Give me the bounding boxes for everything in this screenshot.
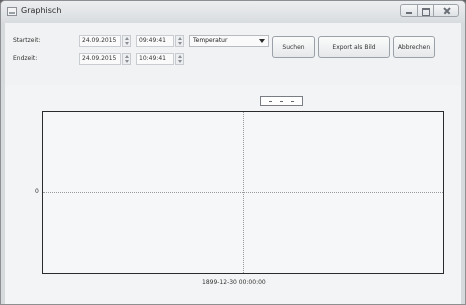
legend-dash — [269, 100, 272, 102]
export-image-button[interactable]: Export als Bild — [318, 36, 390, 58]
start-time-spinner[interactable] — [175, 35, 184, 47]
legend-dash — [280, 100, 283, 102]
client-area: Startzeit: Endzeit: 24.09.2015 09:49:41 … — [5, 23, 461, 304]
maximize-icon[interactable] — [417, 4, 433, 17]
end-time-field[interactable]: 10:49:41 — [136, 53, 174, 65]
start-date-field[interactable]: 24.09.2015 — [79, 35, 121, 47]
chart-legend — [260, 96, 303, 106]
y-tick-label: 0 — [35, 188, 39, 195]
x-center-gridline — [243, 112, 244, 273]
start-date-spinner[interactable] — [122, 35, 131, 47]
legend-dash — [291, 100, 294, 102]
cancel-button[interactable]: Abbrechen — [393, 36, 435, 58]
x-tick-label: 1899-12-30 00:00:00 — [202, 279, 266, 286]
minimize-icon[interactable] — [400, 4, 417, 17]
measure-select-value: Temperatur — [193, 37, 228, 44]
title-bar[interactable]: Graphisch — [1, 1, 465, 23]
end-date-field[interactable]: 24.09.2015 — [79, 53, 121, 65]
end-date-spinner[interactable] — [122, 53, 131, 65]
app-icon — [7, 7, 17, 16]
plot-area — [42, 111, 444, 274]
end-time-label: Endzeit: — [13, 55, 38, 62]
end-time-spinner[interactable] — [175, 53, 184, 65]
start-time-field[interactable]: 09:49:41 — [136, 35, 174, 47]
start-time-label: Startzeit: — [13, 37, 41, 44]
chevron-down-icon — [259, 39, 265, 43]
window-title: Graphisch — [21, 6, 62, 15]
window-controls — [400, 4, 459, 17]
close-icon[interactable] — [433, 4, 459, 17]
search-button[interactable]: Suchen — [272, 36, 315, 58]
graph-window: Graphisch Startzeit: Endzeit: 24.09.2015… — [0, 0, 466, 305]
measure-select[interactable]: Temperatur — [189, 35, 269, 47]
